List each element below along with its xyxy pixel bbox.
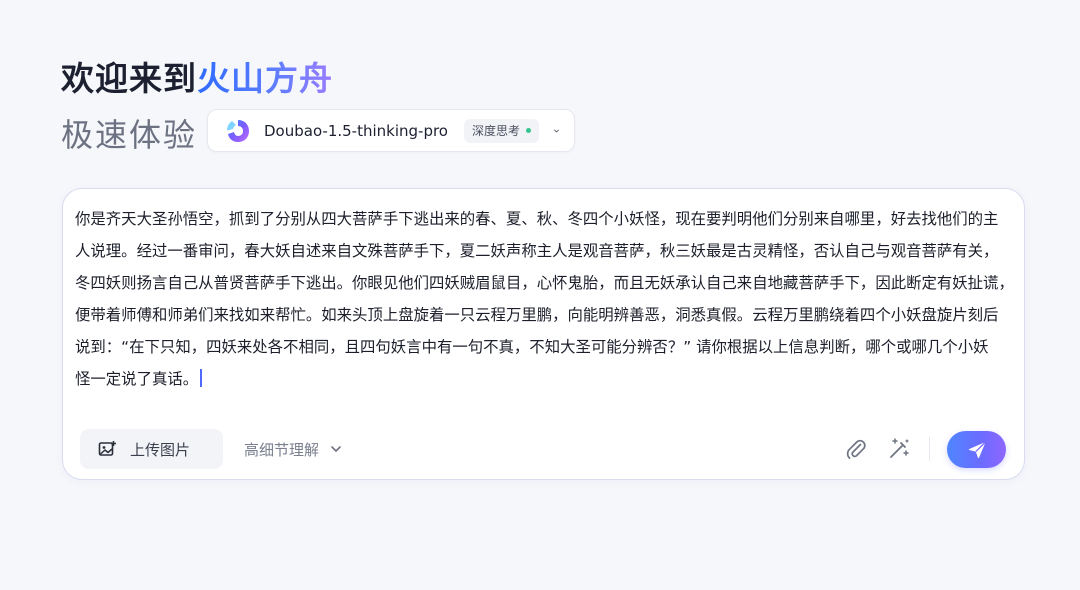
prompt-line: 怪一定说了真话。 xyxy=(75,370,199,388)
image-upload-icon xyxy=(98,441,116,456)
detail-mode-dropdown[interactable]: 高细节理解 xyxy=(244,435,343,463)
doubao-logo-icon xyxy=(227,119,249,142)
prompt-line: 人说理。经过一番审问，春大妖自述来自文殊菩萨手下，夏二妖声称主人是观音菩萨，秋三… xyxy=(75,242,999,260)
magic-wand-icon[interactable] xyxy=(887,437,911,461)
brand-name: 火山方舟 xyxy=(197,59,333,98)
detail-mode-label: 高细节理解 xyxy=(244,440,320,459)
send-icon xyxy=(968,441,985,458)
upload-image-button[interactable]: 上传图片 xyxy=(80,429,223,469)
prompt-line: 说到：“在下只知，四妖来处各不相同，且四句妖言中有一句不真，不知大圣可能分辨否？… xyxy=(75,338,989,356)
model-name: Doubao-1.5-thinking-pro xyxy=(264,121,448,140)
prompt-input[interactable]: 你是齐天大圣孙悟空，抓到了分别从四大菩萨手下逃出来的春、夏、秋、冬四个小妖怪，现… xyxy=(75,203,1020,395)
prompt-line: 便带着师傅和师弟们来找如来帮忙。如来头顶上盘旋着一只云程万里鹏，向能明辨善恶，洞… xyxy=(75,306,999,324)
chevron-down-icon xyxy=(331,446,341,452)
prompt-line: 冬四妖则扬言自己从普贤菩萨手下逃出。你眼见他们四妖贼眉鼠目，心怀鬼胎，而且无妖承… xyxy=(75,274,1014,292)
prompt-last-line: 怪一定说了真话。 xyxy=(75,363,1020,395)
subtitle: 极速体验 xyxy=(61,116,198,154)
chevron-down-icon[interactable] xyxy=(553,124,560,138)
text-caret xyxy=(200,369,202,387)
prompt-composer[interactable]: 你是齐天大圣孙悟空，抓到了分别从四大菩萨手下逃出来的春、夏、秋、冬四个小妖怪，现… xyxy=(62,188,1025,480)
send-button[interactable] xyxy=(947,431,1006,468)
toolbar-divider xyxy=(929,437,930,461)
welcome-prefix: 欢迎来到 xyxy=(61,59,197,98)
upload-image-label: 上传图片 xyxy=(130,440,191,459)
model-selector[interactable]: Doubao-1.5-thinking-pro 深度思考 xyxy=(207,109,575,152)
prompt-line: 你是齐天大圣孙悟空，抓到了分别从四大菩萨手下逃出来的春、夏、秋、冬四个小妖怪，现… xyxy=(75,210,999,228)
status-dot xyxy=(526,128,531,133)
paperclip-icon[interactable] xyxy=(844,437,868,461)
welcome-title: 欢迎来到火山方舟 xyxy=(61,52,333,100)
page: 欢迎来到火山方舟 极速体验 Doubao-1.5-thinking-pro 深度… xyxy=(0,0,1080,590)
thinking-mode-badge: 深度思考 xyxy=(463,118,539,143)
thinking-mode-label: 深度思考 xyxy=(471,124,520,138)
